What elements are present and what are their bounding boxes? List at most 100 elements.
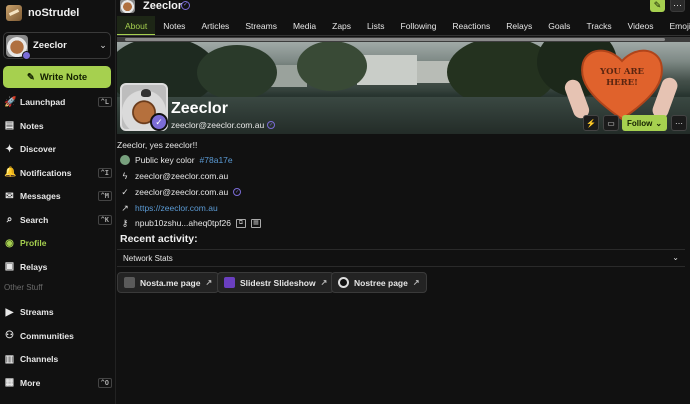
- app-name: noStrudel: [28, 7, 80, 19]
- tab-lists[interactable]: Lists: [359, 16, 392, 35]
- sidebar-item-notifications[interactable]: 🔔 Notifications ^I: [4, 163, 112, 183]
- sidebar-item-label: Discover: [20, 144, 56, 154]
- banner-scrollbar[interactable]: [117, 37, 690, 42]
- follow-button[interactable]: Follow ⌄: [622, 115, 667, 131]
- nostree-button[interactable]: Nostree page ↗: [331, 272, 427, 293]
- chevron-down-icon: ⌄: [672, 253, 679, 262]
- tab-emojis[interactable]: Emojis: [661, 16, 690, 35]
- sidebar-item-profile[interactable]: ◉ Profile: [4, 233, 112, 253]
- pubkey-color-swatch: [120, 155, 130, 165]
- tab-following[interactable]: Following: [393, 16, 445, 35]
- nip05-verified-icon: ✓: [233, 188, 242, 196]
- tab-videos[interactable]: Videos: [620, 16, 662, 35]
- tab-articles[interactable]: Articles: [193, 16, 237, 35]
- header-avatar[interactable]: [120, 0, 135, 13]
- pubkey-color-label: Public key color: [135, 155, 195, 165]
- tab-tracks[interactable]: Tracks: [578, 16, 619, 35]
- keyboard-shortcut: ^O: [97, 377, 112, 388]
- account-switcher[interactable]: Zeeclor ⌄: [3, 32, 111, 60]
- server-icon: ▣: [4, 261, 15, 272]
- sidebar-item-label: Notes: [20, 120, 44, 131]
- zap-button[interactable]: ⚡: [583, 115, 599, 131]
- sidebar-item-discover[interactable]: ✦ Discover: [4, 139, 112, 159]
- sidebar-item-label: Profile: [20, 238, 47, 248]
- write-note-label: Write Note: [39, 71, 88, 83]
- follow-label: Follow: [626, 118, 653, 128]
- sidebar-item-label: Launchpad: [20, 97, 66, 107]
- sidebar-item-relays[interactable]: ▣ Relays: [4, 257, 112, 277]
- copy-icon[interactable]: ⧉: [235, 218, 246, 228]
- bell-icon: 🔔: [4, 167, 17, 178]
- brand[interactable]: noStrudel: [6, 4, 79, 22]
- website-row[interactable]: ↗ https://zeeclor.com.au: [120, 202, 218, 214]
- lightning-address-row[interactable]: ϟ zeeclor@zeeclor.com.au: [120, 170, 229, 182]
- sidebar: noStrudel Zeeclor ⌄ ✎ Write Note 🚀 Launch…: [0, 0, 116, 404]
- mail-icon: ✉: [5, 190, 14, 202]
- tab-relays[interactable]: Relays: [498, 16, 540, 35]
- sidebar-item-search[interactable]: ⌕ Search ^K: [4, 210, 112, 230]
- tab-about[interactable]: About: [117, 16, 156, 35]
- sidebar-item-label: Search: [20, 214, 49, 225]
- website-link[interactable]: https://zeeclor.com.au: [135, 203, 218, 213]
- sidebar-item-more[interactable]: ▦ More ^O: [4, 373, 112, 393]
- slidestr-icon: [224, 277, 235, 288]
- ellipsis-icon: ⋯: [675, 118, 683, 128]
- video-icon: ▶: [5, 306, 14, 318]
- sidebar-item-label: Notifications: [20, 167, 72, 178]
- sidebar-item-launchpad[interactable]: 🚀 Launchpad ^L: [4, 92, 112, 112]
- sidebar-item-communities[interactable]: ⚇ Communities: [4, 326, 112, 346]
- feather-icon: ✎: [26, 71, 35, 83]
- banner-scrollbar-thumb[interactable]: [125, 38, 665, 41]
- note-icon: ▤: [4, 120, 15, 131]
- sidebar-item-label: Streams: [20, 307, 54, 317]
- nip05-address: zeeclor@zeeclor.com.au: [135, 187, 229, 197]
- tab-streams[interactable]: Streams: [237, 16, 285, 35]
- sidebar-item-label: More: [20, 377, 41, 388]
- external-link-icon: ↗: [205, 278, 213, 287]
- keyboard-shortcut: ^I: [97, 167, 112, 178]
- keyboard-shortcut: ^K: [97, 214, 112, 225]
- sidebar-item-streams[interactable]: ▶ Streams: [4, 302, 112, 322]
- tab-zaps[interactable]: Zaps: [324, 16, 359, 35]
- profile-more-button[interactable]: ⋯: [671, 115, 687, 131]
- nosta-me-icon: [124, 277, 135, 288]
- profile-header-bar: Zeeclor ✓ ✎ ⋯: [117, 0, 690, 14]
- tab-notes[interactable]: Notes: [155, 16, 193, 35]
- tab-goals[interactable]: Goals: [540, 16, 578, 35]
- profile-tabs: About Notes Articles Streams Media Zaps Lists F…: [117, 16, 690, 36]
- write-note-button[interactable]: ✎ Write Note: [3, 66, 111, 88]
- edit-profile-button[interactable]: ✎: [650, 0, 665, 12]
- banner-heart-text: YOU ARE HERE!: [600, 67, 644, 88]
- account-avatar: [6, 34, 31, 60]
- sidebar-item-channels[interactable]: ▥ Channels: [4, 349, 112, 369]
- verified-badge-icon: ✓: [150, 113, 168, 131]
- key-icon: ⚷: [121, 217, 129, 228]
- chevron-down-icon: ⌄: [655, 118, 663, 128]
- external-link-icon: ↗: [121, 202, 129, 213]
- nostree-icon: [338, 277, 349, 288]
- profile-display-name: Zeeclor: [171, 100, 228, 117]
- users-icon: ⚇: [5, 330, 14, 341]
- sidebar-item-label: Messages: [20, 191, 61, 201]
- verified-badge-icon: [22, 50, 31, 60]
- grid-icon: ▦: [4, 377, 15, 388]
- tab-media[interactable]: Media: [285, 16, 324, 35]
- sidebar-item-label: Relays: [20, 261, 48, 272]
- npub-value: npub10zshu...aheq0tpf26: [135, 218, 231, 228]
- nosta-me-button[interactable]: Nosta.me page ↗: [117, 272, 220, 293]
- nip05-verified-icon: ✓: [267, 121, 276, 129]
- sidebar-item-label: Communities: [20, 330, 74, 341]
- header-more-button[interactable]: ⋯: [670, 0, 685, 12]
- qr-code-icon[interactable]: ▦: [250, 218, 261, 228]
- chat-bubble-icon: ▭: [607, 118, 615, 128]
- sidebar-item-notes[interactable]: ▤ Notes: [4, 116, 112, 136]
- message-button[interactable]: ▭: [603, 115, 619, 131]
- chevron-down-icon: ⌄: [99, 40, 107, 50]
- slidestr-button[interactable]: Slidestr Slideshow ↗: [217, 272, 335, 293]
- check-circle-icon: ✓: [121, 186, 129, 197]
- tab-reactions[interactable]: Reactions: [444, 16, 498, 35]
- external-link-icon: ↗: [412, 278, 420, 287]
- rocket-icon: 🚀: [4, 96, 17, 108]
- network-stats-accordion[interactable]: Network Stats ⌄: [117, 249, 685, 267]
- sidebar-item-messages[interactable]: ✉ Messages ^M: [4, 186, 112, 206]
